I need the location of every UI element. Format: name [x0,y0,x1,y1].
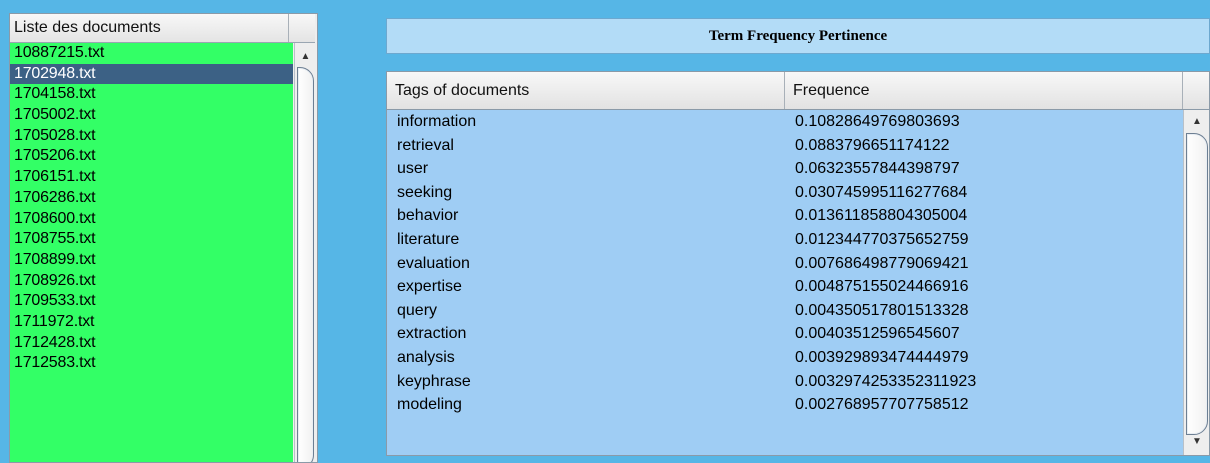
frequency-cell: 0.002768957707758512 [795,396,969,414]
list-item[interactable]: 1711972.txt [10,312,293,333]
table-row[interactable]: literature 0.012344770375652759 [387,228,1183,252]
document-list-panel: Liste des documents 10887215.txt 1702948.… [9,13,318,463]
list-item[interactable]: 1705002.txt [10,105,293,126]
column-header-tags[interactable]: Tags of documents [387,72,785,109]
scroll-up-icon[interactable]: ▲ [295,49,316,65]
table-row[interactable]: behavior 0.013611858804305004 [387,204,1183,228]
tag-cell: expertise [397,278,462,296]
list-item[interactable]: 1712583.txt [10,353,293,374]
list-item[interactable]: 1706151.txt [10,167,293,188]
list-item[interactable]: 1705028.txt [10,126,293,147]
list-item[interactable]: 1709533.txt [10,291,293,312]
list-item[interactable]: 1712428.txt [10,333,293,354]
frequency-table: Tags of documents Frequence information 0… [386,71,1210,456]
frequency-cell: 0.012344770375652759 [795,230,969,248]
scroll-down-icon[interactable]: ▼ [1184,434,1209,450]
document-list-scroll-thumb[interactable] [297,67,314,462]
frequency-cell: 0.030745995116277684 [795,183,968,201]
frequency-cell: 0.003929893474444979 [795,348,969,366]
document-list-title: Liste des documents [14,14,289,42]
table-scrollbar[interactable]: ▲ ▼ [1183,110,1209,455]
table-row[interactable]: modeling 0.002768957707758512 [387,393,1183,417]
list-item[interactable]: 1704158.txt [10,84,293,105]
tag-cell: analysis [397,348,455,366]
tag-cell: literature [397,230,460,248]
frequency-cell: 0.013611858804305004 [795,207,968,225]
list-item[interactable]: 1708600.txt [10,209,293,230]
table-row[interactable]: extraction 0.00403512596545607 [387,322,1183,346]
table-scroll-thumb[interactable] [1186,133,1208,435]
table-row[interactable]: query 0.004350517801513328 [387,299,1183,323]
frequency-cell: 0.007686498779069421 [795,254,969,272]
document-list-scrollbar[interactable]: ▲ [294,43,316,462]
document-list-header: Liste des documents [10,14,315,43]
list-item[interactable]: 1708926.txt [10,271,293,292]
table-row[interactable]: seeking 0.030745995116277684 [387,181,1183,205]
list-item[interactable]: 1706286.txt [10,188,293,209]
tag-cell: modeling [397,396,462,414]
table-row[interactable]: retrieval 0.0883796651174122 [387,134,1183,158]
table-row[interactable]: analysis 0.003929893474444979 [387,346,1183,370]
frequency-cell: 0.06323557844398797 [795,160,960,178]
frequency-cell: 0.004875155024466916 [795,278,969,296]
tag-cell: keyphrase [397,372,471,390]
tag-cell: retrieval [397,136,454,154]
table-row[interactable]: user 0.06323557844398797 [387,157,1183,181]
tag-cell: user [397,160,429,178]
tag-cell: extraction [397,325,467,343]
list-item[interactable]: 1705206.txt [10,146,293,167]
tag-cell: query [397,301,438,319]
page-title: Term Frequency Pertinence [386,18,1210,54]
list-item[interactable]: 1702948.txt [10,63,293,85]
column-header-frequence[interactable]: Frequence [785,72,1183,109]
frequency-cell: 0.10828649769803693 [795,113,960,130]
table-header: Tags of documents Frequence [387,72,1209,110]
list-item[interactable]: 1708899.txt [10,250,293,271]
list-item[interactable]: 10887215.txt [10,43,293,64]
frequency-cell: 0.0883796651174122 [795,136,950,154]
tag-cell: evaluation [397,254,470,272]
tag-cell: information [397,113,477,130]
document-list[interactable]: 10887215.txt 1702948.txt 1704158.txt 170500… [10,43,293,462]
frequency-cell: 0.0032974253352311923 [795,372,977,390]
frequency-cell: 0.00403512596545607 [795,325,960,343]
frequency-cell: 0.004350517801513328 [795,301,969,319]
table-row[interactable]: keyphrase 0.0032974253352311923 [387,370,1183,394]
table-row[interactable]: evaluation 0.007686498779069421 [387,252,1183,276]
scroll-up-icon[interactable]: ▲ [1184,114,1209,130]
tag-cell: seeking [397,183,453,201]
tag-cell: behavior [397,207,459,225]
table-body: information 0.10828649769803693 retrieval 0… [387,110,1183,455]
table-row[interactable]: expertise 0.004875155024466916 [387,275,1183,299]
table-row[interactable]: information 0.10828649769803693 [387,110,1183,134]
list-item[interactable]: 1708755.txt [10,229,293,250]
